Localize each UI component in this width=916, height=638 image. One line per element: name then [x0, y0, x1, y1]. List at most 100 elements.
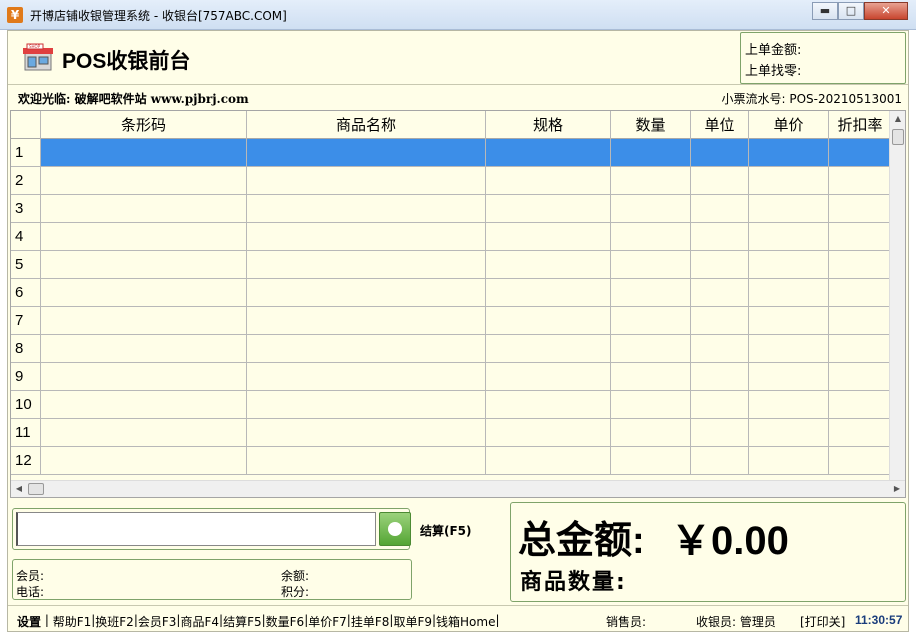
table-cell[interactable]: [829, 447, 891, 474]
close-button[interactable]: ✕: [864, 2, 908, 20]
table-cell[interactable]: [247, 139, 486, 166]
item-grid[interactable]: 条形码 商品名称 规格 数量 单位 单价 折扣率 1 2 3 4 5 6 7 8 9 10 11 12…: [10, 110, 906, 498]
column-header[interactable]: 折扣率: [829, 111, 891, 139]
table-cell[interactable]: [691, 419, 749, 446]
table-cell[interactable]: [486, 139, 611, 166]
table-cell[interactable]: [486, 279, 611, 306]
scroll-left-icon[interactable]: ◀: [11, 481, 27, 497]
table-cell[interactable]: [486, 335, 611, 362]
table-cell[interactable]: [41, 223, 247, 250]
table-cell[interactable]: [486, 419, 611, 446]
table-cell[interactable]: [749, 391, 829, 418]
table-row[interactable]: 11: [11, 419, 891, 447]
table-cell[interactable]: [247, 307, 486, 334]
table-cell[interactable]: [829, 195, 891, 222]
table-cell[interactable]: [829, 139, 891, 166]
table-cell[interactable]: [247, 223, 486, 250]
minimize-button[interactable]: ▬: [812, 2, 838, 20]
table-row[interactable]: 4: [11, 223, 891, 251]
table-cell[interactable]: [611, 139, 691, 166]
table-cell[interactable]: [611, 391, 691, 418]
scroll-right-icon[interactable]: ▶: [889, 481, 905, 497]
table-row[interactable]: 5: [11, 251, 891, 279]
table-cell[interactable]: [691, 307, 749, 334]
vertical-scrollbar[interactable]: ▲: [889, 111, 905, 481]
table-cell[interactable]: [829, 391, 891, 418]
table-cell[interactable]: [749, 447, 829, 474]
table-cell[interactable]: [749, 363, 829, 390]
print-toggle[interactable]: [打印关]: [800, 613, 845, 630]
table-cell[interactable]: [691, 223, 749, 250]
table-cell[interactable]: [691, 363, 749, 390]
function-key-link[interactable]: 挂单F8: [351, 613, 390, 630]
maximize-button[interactable]: □: [838, 2, 864, 20]
table-cell[interactable]: [41, 335, 247, 362]
settle-label[interactable]: 结算(F5): [420, 522, 472, 539]
table-cell[interactable]: [247, 391, 486, 418]
table-cell[interactable]: [749, 167, 829, 194]
table-row[interactable]: 7: [11, 307, 891, 335]
table-cell[interactable]: [247, 447, 486, 474]
table-cell[interactable]: [829, 251, 891, 278]
function-key-link[interactable]: 帮助F1: [53, 613, 92, 630]
column-header[interactable]: 数量: [611, 111, 691, 139]
table-cell[interactable]: [611, 279, 691, 306]
table-cell[interactable]: [829, 363, 891, 390]
table-cell[interactable]: [749, 307, 829, 334]
table-cell[interactable]: [41, 167, 247, 194]
table-cell[interactable]: [749, 139, 829, 166]
function-key-link[interactable]: 单价F7: [308, 613, 347, 630]
vertical-scroll-thumb[interactable]: [892, 129, 904, 145]
table-cell[interactable]: [247, 279, 486, 306]
table-cell[interactable]: [247, 167, 486, 194]
column-header[interactable]: 规格: [486, 111, 611, 139]
table-cell[interactable]: [611, 195, 691, 222]
table-cell[interactable]: [691, 279, 749, 306]
table-cell[interactable]: [486, 195, 611, 222]
table-cell[interactable]: [486, 447, 611, 474]
table-cell[interactable]: [486, 391, 611, 418]
function-key-link[interactable]: 结算F5: [223, 613, 262, 630]
column-header[interactable]: 商品名称: [247, 111, 486, 139]
table-row[interactable]: 9: [11, 363, 891, 391]
table-cell[interactable]: [247, 251, 486, 278]
table-cell[interactable]: [611, 167, 691, 194]
table-cell[interactable]: [829, 419, 891, 446]
table-cell[interactable]: [611, 419, 691, 446]
table-cell[interactable]: [611, 447, 691, 474]
function-key-link[interactable]: 换班F2: [95, 613, 134, 630]
table-cell[interactable]: [486, 167, 611, 194]
scroll-up-icon[interactable]: ▲: [890, 111, 905, 127]
table-cell[interactable]: [486, 307, 611, 334]
column-header[interactable]: 条形码: [41, 111, 247, 139]
function-key-link[interactable]: 钱箱Home: [436, 613, 495, 630]
table-row[interactable]: 1: [11, 139, 891, 167]
table-cell[interactable]: [749, 195, 829, 222]
table-row[interactable]: 12: [11, 447, 891, 475]
table-cell[interactable]: [611, 335, 691, 362]
table-cell[interactable]: [749, 279, 829, 306]
table-cell[interactable]: [691, 251, 749, 278]
table-row[interactable]: 6: [11, 279, 891, 307]
table-cell[interactable]: [749, 335, 829, 362]
table-cell[interactable]: [611, 223, 691, 250]
table-cell[interactable]: [247, 195, 486, 222]
table-cell[interactable]: [41, 363, 247, 390]
table-cell[interactable]: [247, 363, 486, 390]
table-cell[interactable]: [691, 139, 749, 166]
table-cell[interactable]: [486, 223, 611, 250]
table-cell[interactable]: [41, 307, 247, 334]
table-cell[interactable]: [749, 251, 829, 278]
table-cell[interactable]: [611, 363, 691, 390]
table-cell[interactable]: [247, 335, 486, 362]
table-cell[interactable]: [41, 447, 247, 474]
table-cell[interactable]: [247, 419, 486, 446]
horizontal-scrollbar[interactable]: ◀ ▶: [11, 480, 905, 497]
table-cell[interactable]: [611, 307, 691, 334]
table-cell[interactable]: [691, 195, 749, 222]
function-key-link[interactable]: 会员F3: [138, 613, 177, 630]
table-cell[interactable]: [41, 391, 247, 418]
table-cell[interactable]: [691, 391, 749, 418]
confirm-entry-button[interactable]: [379, 512, 411, 546]
horizontal-scroll-thumb[interactable]: [28, 483, 44, 495]
